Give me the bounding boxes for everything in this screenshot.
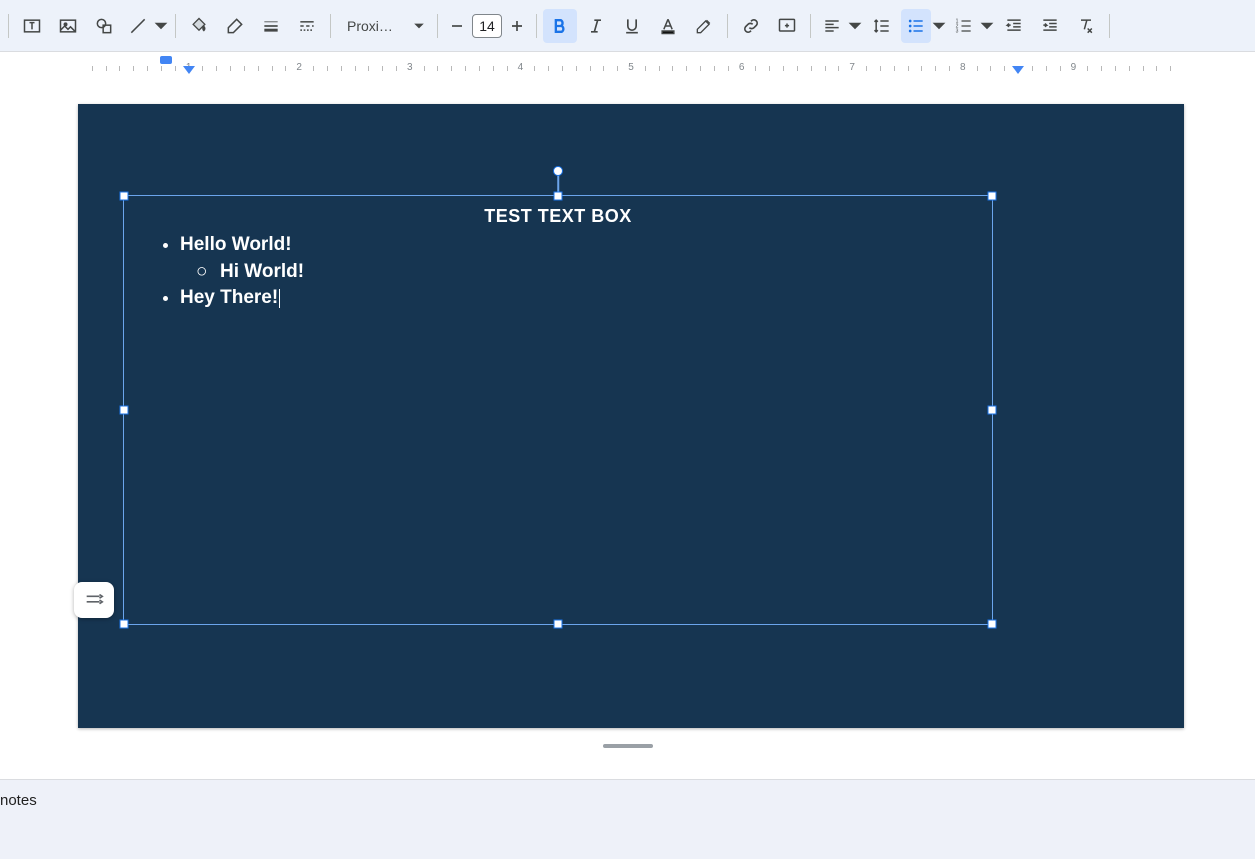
resize-handle-ml[interactable] [120,406,129,415]
line-button[interactable] [123,9,169,43]
increase-font-button[interactable] [504,9,530,43]
font-family-select[interactable]: Proxi… [337,11,431,41]
line-spacing-button[interactable] [865,9,899,43]
separator [437,14,438,38]
ruler-number: 7 [849,62,855,73]
selected-textbox[interactable]: TEST TEXT BOX Hello World! Hi World! Hey… [123,195,993,625]
ruler-number: 6 [739,62,745,73]
list-item: Hey There! [180,285,972,312]
bold-button[interactable] [543,9,577,43]
increase-indent-button[interactable] [1033,9,1067,43]
ruler-number: 4 [518,62,524,73]
separator [727,14,728,38]
resize-handle-br[interactable] [988,620,997,629]
bulleted-list-button[interactable] [901,9,947,43]
shape-button[interactable] [87,9,121,43]
separator [8,14,9,38]
separator [175,14,176,38]
toolbar: Proxi… 1 [0,0,1255,52]
textbox-button[interactable] [15,9,49,43]
slide[interactable]: TEST TEXT BOX Hello World! Hi World! Hey… [78,104,1184,728]
separator [810,14,811,38]
ruler-number: 9 [1071,62,1077,73]
notes-placeholder: notes [0,792,37,809]
resize-handle-tm[interactable] [554,192,563,201]
decrease-indent-button[interactable] [997,9,1031,43]
ruler-number: 8 [960,62,966,73]
ruler-number: 5 [628,62,634,73]
resize-handle-bm[interactable] [554,620,563,629]
rotation-handle[interactable] [553,166,563,176]
text-cursor-icon [279,289,280,308]
separator [536,14,537,38]
ruler[interactable]: 123456789 [0,62,1255,88]
highlight-button[interactable] [687,9,721,43]
ruler-number: 2 [296,62,302,73]
fill-color-button[interactable] [182,9,216,43]
resize-handle-tr[interactable] [988,192,997,201]
decrease-font-button[interactable] [444,9,470,43]
font-size-input[interactable] [472,14,502,38]
speaker-notes[interactable]: notes [0,779,1255,859]
align-button[interactable] [817,9,863,43]
list-item: Hi World! [220,259,972,286]
numbered-list-button[interactable]: 123 [949,9,995,43]
link-button[interactable] [734,9,768,43]
font-size-stepper [444,9,530,43]
resize-handle-bl[interactable] [120,620,129,629]
underline-button[interactable] [615,9,649,43]
animation-button[interactable] [74,582,114,618]
svg-text:3: 3 [956,28,959,34]
separator [330,14,331,38]
border-weight-button[interactable] [254,9,288,43]
resize-handle-mr[interactable] [988,406,997,415]
italic-button[interactable] [579,9,613,43]
notes-drag-handle[interactable] [603,744,653,748]
image-button[interactable] [51,9,85,43]
border-color-button[interactable] [218,9,252,43]
textbox-content[interactable]: TEST TEXT BOX Hello World! Hi World! Hey… [124,196,992,322]
separator [1109,14,1110,38]
clear-formatting-button[interactable] [1069,9,1103,43]
font-family-label: Proxi… [347,18,402,34]
list-item: Hello World! Hi World! [180,232,972,285]
text-color-button[interactable] [651,9,685,43]
border-dash-button[interactable] [290,9,324,43]
ruler-number: 3 [407,62,413,73]
resize-handle-tl[interactable] [120,192,129,201]
comment-button[interactable] [770,9,804,43]
textbox-title[interactable]: TEST TEXT BOX [144,206,972,227]
